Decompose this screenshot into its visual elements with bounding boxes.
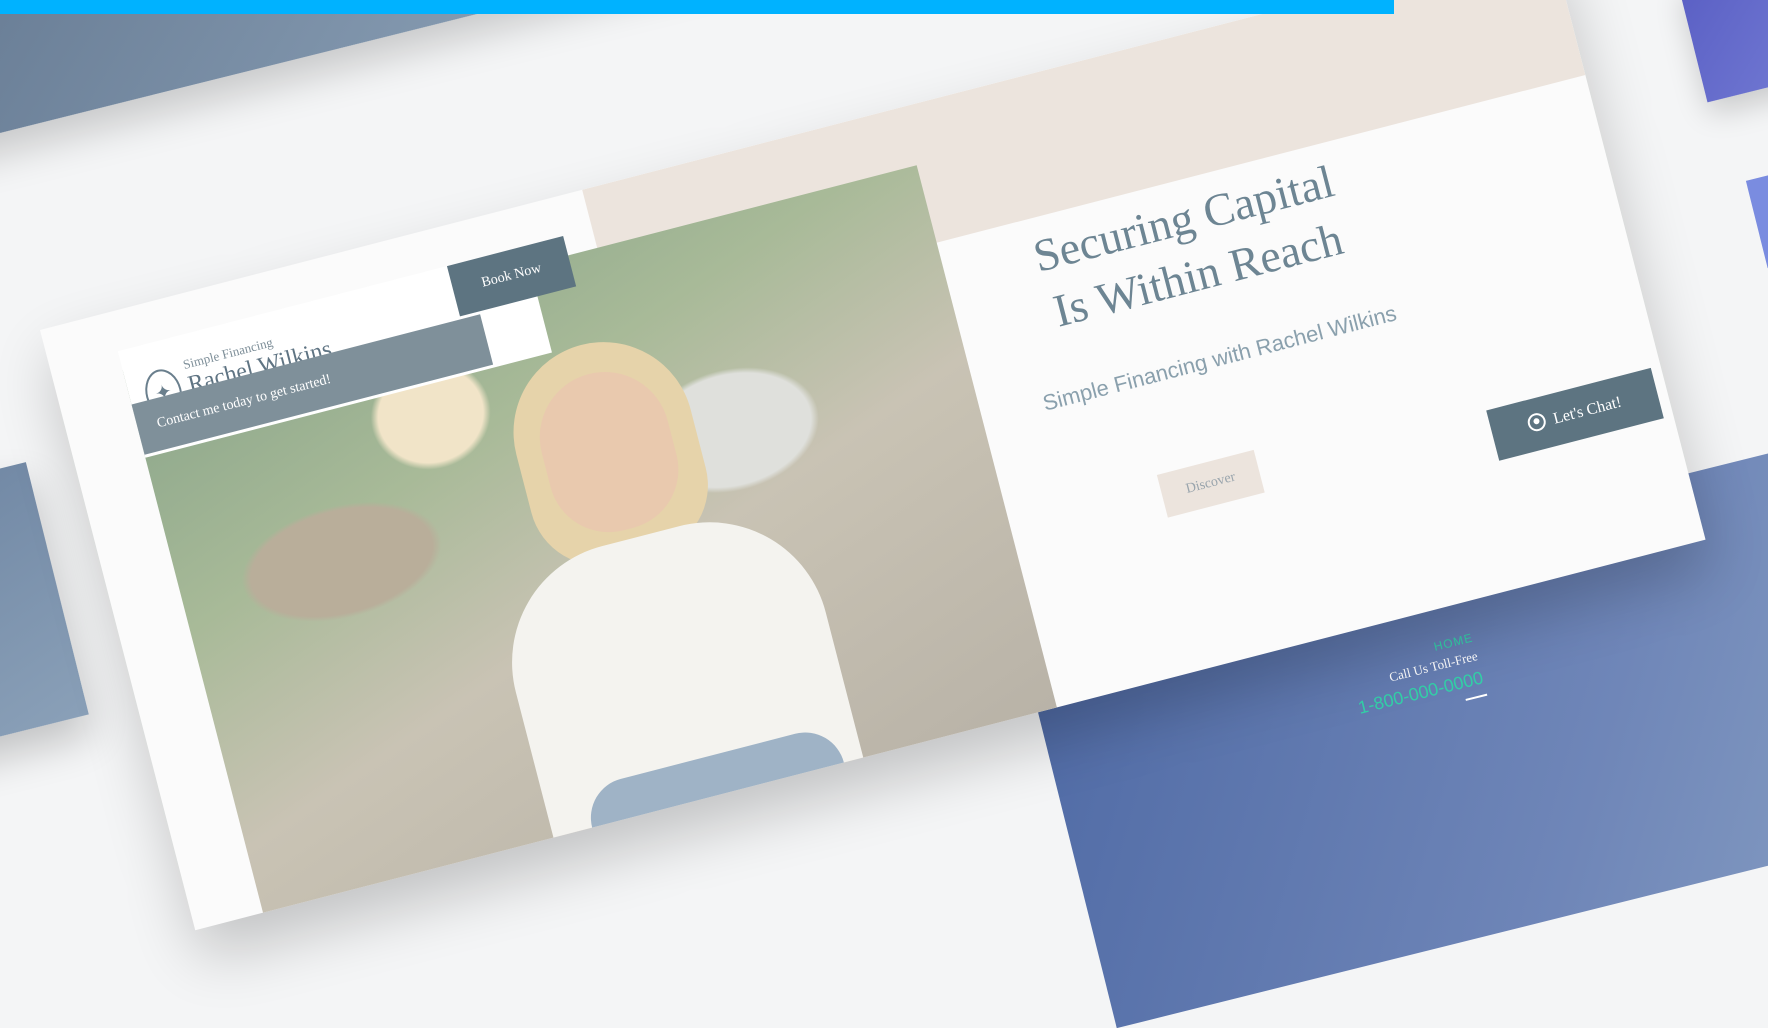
woman-portrait bbox=[436, 300, 891, 925]
background-left-card bbox=[0, 462, 89, 758]
footer-divider bbox=[1465, 693, 1488, 701]
discover-button[interactable]: Discover bbox=[1156, 449, 1265, 518]
background-right-card-small bbox=[1745, 151, 1768, 269]
hero-photo bbox=[122, 165, 1067, 931]
lets-chat-button[interactable]: Let's Chat! bbox=[1486, 367, 1664, 461]
user-chat-icon bbox=[1525, 411, 1548, 434]
top-accent-bar bbox=[0, 0, 1394, 14]
lets-chat-label: Let's Chat! bbox=[1551, 393, 1624, 428]
background-right-card bbox=[1678, 0, 1768, 103]
